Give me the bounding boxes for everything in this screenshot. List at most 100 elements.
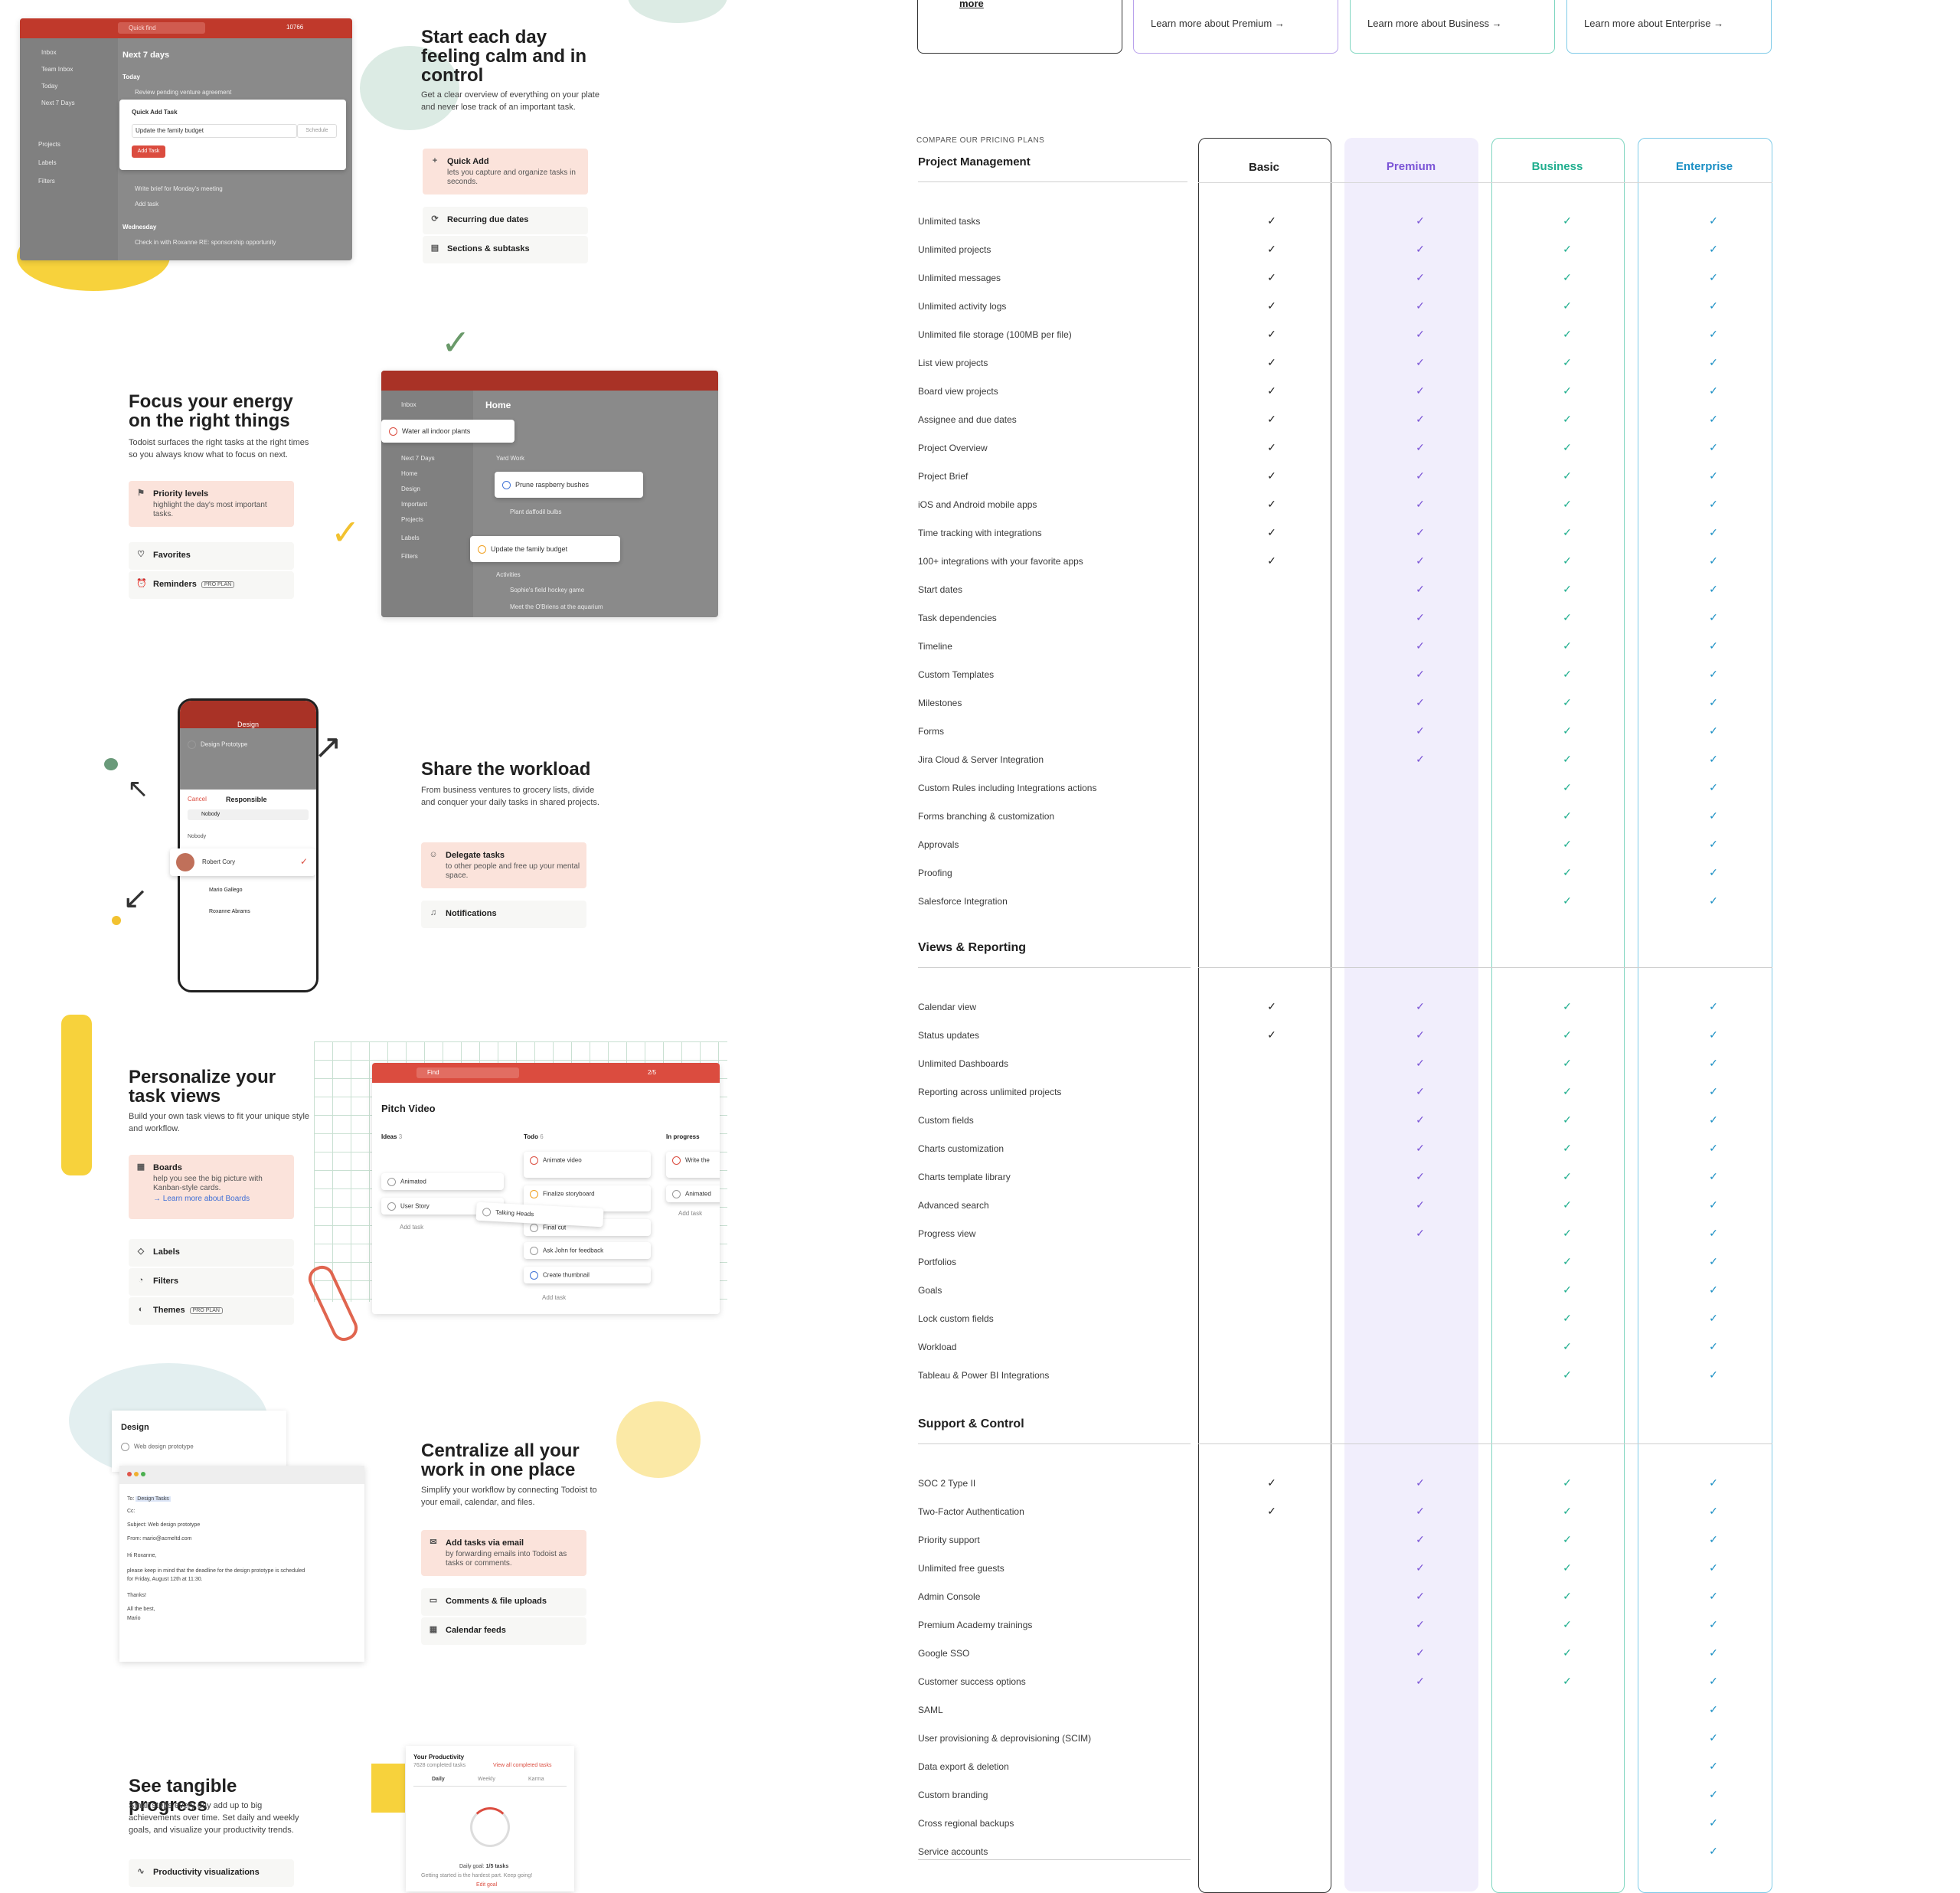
feature-row-label: Project Brief (918, 471, 969, 482)
tab-weekly[interactable]: Weekly (478, 1777, 495, 1782)
label-icon: ◇ (137, 1247, 145, 1256)
checkmark-icon: ✓ (1416, 441, 1425, 453)
plan-card-basic[interactable]: more (917, 0, 1122, 54)
sidebar-item: Next 7 Days (401, 455, 435, 462)
feature-item[interactable]: ▤ Sections & subtasks (423, 236, 588, 263)
feature-item[interactable]: ◐ Themes PRO PLAN (129, 1297, 294, 1325)
group-divider-columns (1198, 967, 1772, 968)
person-add-icon: ☺ (429, 850, 438, 859)
learn-more-link[interactable]: more (959, 0, 984, 9)
task-card: Water all indoor plants (381, 420, 514, 443)
responsible-heading: Responsible (226, 796, 267, 803)
feature-row-label: Proofing (918, 868, 952, 878)
cancel-link: Cancel (188, 796, 207, 803)
checkmark-icon: ✓ (1416, 554, 1425, 567)
task-row: Web design prototype (121, 1443, 194, 1451)
checkmark-icon: ✓ (1709, 583, 1718, 595)
add-task-row: Add task (135, 201, 159, 208)
feature-row-label: Project Overview (918, 443, 988, 453)
checkmark-icon: ✓ (1267, 441, 1276, 453)
learn-more-boards-link[interactable]: → Learn more about Boards (153, 1195, 250, 1203)
checkmark-icon: ✓ (1709, 1788, 1718, 1800)
group-divider (918, 1443, 1191, 1444)
feature-item[interactable]: ▦ Boards help you see the big picture with… (129, 1155, 294, 1219)
checkmark-icon: ✓ (1416, 243, 1425, 255)
sidebar-item: Home (401, 470, 418, 477)
checkmark-icon: ✓ (1267, 526, 1276, 538)
checkmark-icon: ✓ (1416, 384, 1425, 397)
view-completed-link[interactable]: View all completed tasks (493, 1763, 552, 1768)
feature-item[interactable]: ♡ Favorites (129, 542, 294, 570)
feature-item[interactable]: ⚑ Priority levels highlight the day's most… (129, 481, 294, 527)
checkmark-icon: ✓ (1709, 1618, 1718, 1630)
add-task-row: Add task (542, 1294, 567, 1301)
checkmark-icon: ✓ (1416, 498, 1425, 510)
plan-column-basic (1198, 138, 1331, 1893)
edit-goal-link[interactable]: Edit goal (476, 1882, 497, 1888)
tab-karma[interactable]: Karma (528, 1777, 544, 1782)
section-description: Small steps every day add up to big achi… (129, 1801, 299, 1835)
checkmark-icon: ✓ (1709, 1142, 1718, 1154)
board-column-header: Todo 6 (524, 1133, 544, 1140)
checkmark-icon: ✓ (1267, 1000, 1276, 1012)
learn-more-premium-link[interactable]: Learn more about Premium → (1151, 18, 1285, 29)
feature-item[interactable]: ⏰ Reminders PRO PLAN (129, 571, 294, 599)
checkmark-icon: ✓ (1416, 413, 1425, 425)
feature-label: Boards (153, 1163, 182, 1172)
feature-row-label: Workload (918, 1342, 957, 1352)
feature-item[interactable]: ◇ Labels (129, 1239, 294, 1267)
feature-item[interactable]: ▦ Calendar feeds (421, 1617, 586, 1645)
feature-item[interactable]: ☺ Delegate tasks to other people and free … (421, 842, 586, 888)
learn-more-business-link[interactable]: Learn more about Business → (1367, 18, 1502, 29)
feature-row-label: Two-Factor Authentication (918, 1506, 1024, 1517)
feature-item[interactable]: ⟳ Recurring due dates (423, 207, 588, 234)
feature-row-label: Goals (918, 1285, 942, 1296)
project-title: Design (121, 1423, 149, 1432)
feature-item[interactable]: ◔ Filters (129, 1268, 294, 1296)
feature-item[interactable]: + Quick Add lets you capture and organize … (423, 149, 588, 195)
tab-daily[interactable]: Daily (432, 1777, 445, 1782)
checkmark-icon: ✓ (1563, 1142, 1572, 1154)
checkmark-icon: ✓ (1709, 639, 1718, 652)
feature-row-label: Approvals (918, 839, 959, 850)
checkmark-icon: ✓ (1563, 1028, 1572, 1041)
feature-row-label: Milestones (918, 698, 962, 708)
feature-label: Favorites (153, 551, 191, 560)
sidebar-item: Filters (38, 178, 55, 185)
checkmark-icon: ✓ (1709, 1731, 1718, 1744)
checkmark-icon: ✓ (1267, 243, 1276, 255)
feature-row-label: Unlimited file storage (100MB per file) (918, 329, 1072, 340)
plan-card-premium[interactable]: Learn more about Premium → (1133, 0, 1338, 54)
productivity-panel: Your Productivity 7628 completed tasks V… (406, 1746, 574, 1891)
plan-card-enterprise[interactable]: Learn more about Enterprise → (1566, 0, 1772, 54)
pro-plan-badge: PRO PLAN (189, 1306, 223, 1314)
checkmark-icon: ✓ (1709, 1561, 1718, 1574)
feature-item[interactable]: ✉ Add tasks via email by forwarding emails… (421, 1530, 586, 1576)
section-title: Personalize your task views (129, 1067, 276, 1107)
checkmark-icon: ✓ (1563, 1227, 1572, 1239)
feature-row-label: Charts template library (918, 1172, 1011, 1182)
checkmark-icon: ✓ (1416, 356, 1425, 368)
plan-card-business[interactable]: Learn more about Business → (1350, 0, 1555, 54)
learn-more-enterprise-link[interactable]: Learn more about Enterprise → (1584, 18, 1723, 29)
checkmark-icon: ✓ (1709, 1227, 1718, 1239)
goal-label: Daily goal: 1/5 tasks (459, 1864, 509, 1869)
project-title: Pitch Video (381, 1103, 436, 1114)
feature-group-heading: Support & Control (918, 1417, 1024, 1430)
dot-decoration (112, 916, 121, 925)
comment-icon: ▭ (429, 1596, 438, 1605)
feature-row-label: Customer success options (918, 1676, 1026, 1687)
feature-row-label: Unlimited messages (918, 273, 1001, 283)
email-from: From: mario@acmeltd.com (127, 1536, 192, 1542)
app-screenshot-home: Inbox Next 7 Days Home Design Important … (381, 371, 718, 617)
feature-row-label: Status updates (918, 1030, 980, 1041)
feature-row-label: Cross regional backups (918, 1818, 1014, 1829)
feature-row-label: Start dates (918, 584, 963, 595)
checkmark-icon: ✓ (1416, 668, 1425, 680)
feature-item[interactable]: ♫ Notifications (421, 901, 586, 928)
check-stroke-decoration: ✓ (441, 322, 471, 362)
checkmark-icon: ✓ (1267, 1505, 1276, 1517)
feature-item[interactable]: ∿ Productivity visualizations (129, 1859, 294, 1887)
feature-item[interactable]: ▭ Comments & file uploads (421, 1588, 586, 1616)
checkmark-icon: ✓ (1563, 781, 1572, 793)
